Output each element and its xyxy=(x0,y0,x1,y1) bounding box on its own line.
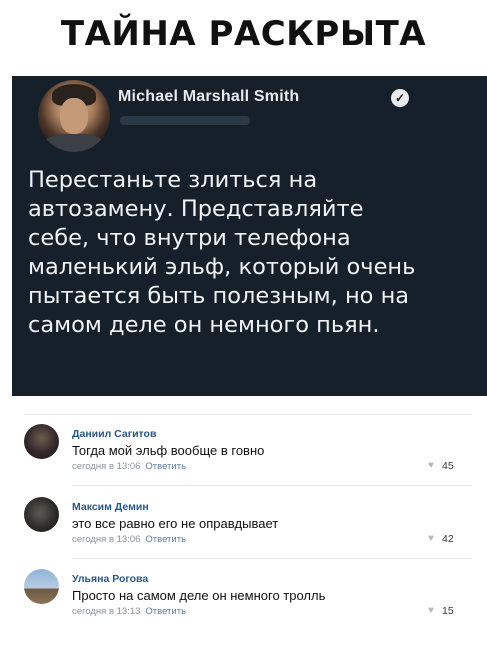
reply-link[interactable]: Ответить xyxy=(145,606,186,617)
comment-meta: сегодня в 13:06 Ответить xyxy=(72,534,186,545)
meme-title: ТАЙНА РАСКРЫТА xyxy=(60,14,427,54)
comment-item: Ульяна Рогова Просто на самом деле он не… xyxy=(24,561,472,637)
comment-divider xyxy=(72,558,472,559)
tweet-line: Перестаньте злиться на xyxy=(28,167,318,193)
author-name[interactable]: Michael Marshall Smith xyxy=(118,88,299,106)
tweet-line: самом деле он немного пьян. xyxy=(28,312,380,338)
reply-link[interactable]: Ответить xyxy=(145,534,186,545)
comment-item: Максим Демин это все равно его не оправд… xyxy=(24,489,472,565)
comment-time[interactable]: сегодня в 13:13 xyxy=(72,606,140,617)
commenter-name[interactable]: Максим Демин xyxy=(72,501,149,513)
verified-icon: ✓ xyxy=(391,89,409,107)
tweet-line: себе, что внутри телефона xyxy=(28,225,351,251)
comment-divider xyxy=(72,485,472,486)
like-count[interactable]: 15 xyxy=(442,605,454,617)
tweet-text: Перестаньте злиться на автозамену. Предс… xyxy=(28,166,484,340)
blurred-handle xyxy=(120,116,250,125)
comment-time[interactable]: сегодня в 13:06 xyxy=(72,461,140,472)
heart-icon[interactable]: ♥ xyxy=(428,605,434,616)
avatar-face xyxy=(60,98,88,134)
comment-time[interactable]: сегодня в 13:06 xyxy=(72,534,140,545)
heart-icon[interactable]: ♥ xyxy=(428,533,434,544)
comment-meta: сегодня в 13:13 Ответить xyxy=(72,606,186,617)
author-avatar[interactable] xyxy=(38,80,110,152)
like-count[interactable]: 42 xyxy=(442,533,454,545)
like-count[interactable]: 45 xyxy=(442,460,454,472)
tweet-line: автозамену. Представляйте xyxy=(28,196,364,222)
comment-text: Тогда мой эльф вообще в говно xyxy=(72,443,265,458)
avatar-shirt xyxy=(44,134,104,152)
reply-link[interactable]: Ответить xyxy=(145,461,186,472)
commenter-avatar[interactable] xyxy=(24,424,59,459)
heart-icon[interactable]: ♥ xyxy=(428,460,434,471)
tweet-line: пытается быть полезным, но на xyxy=(28,283,410,309)
comment-text: Просто на самом деле он немного тролль xyxy=(72,588,326,603)
commenter-name[interactable]: Даниил Сагитов xyxy=(72,428,156,440)
commenter-avatar[interactable] xyxy=(24,497,59,532)
commenter-avatar[interactable] xyxy=(24,569,59,604)
tweet-card: Michael Marshall Smith ✓ Перестаньте зли… xyxy=(12,76,487,396)
tweet-line: маленький эльф, который очень xyxy=(28,254,416,280)
commenter-name[interactable]: Ульяна Рогова xyxy=(72,573,148,585)
comment-text: это все равно его не оправдывает xyxy=(72,516,279,531)
comment-meta: сегодня в 13:06 Ответить xyxy=(72,461,186,472)
comments-divider xyxy=(24,414,472,415)
comment-item: Даниил Сагитов Тогда мой эльф вообще в г… xyxy=(24,416,472,492)
